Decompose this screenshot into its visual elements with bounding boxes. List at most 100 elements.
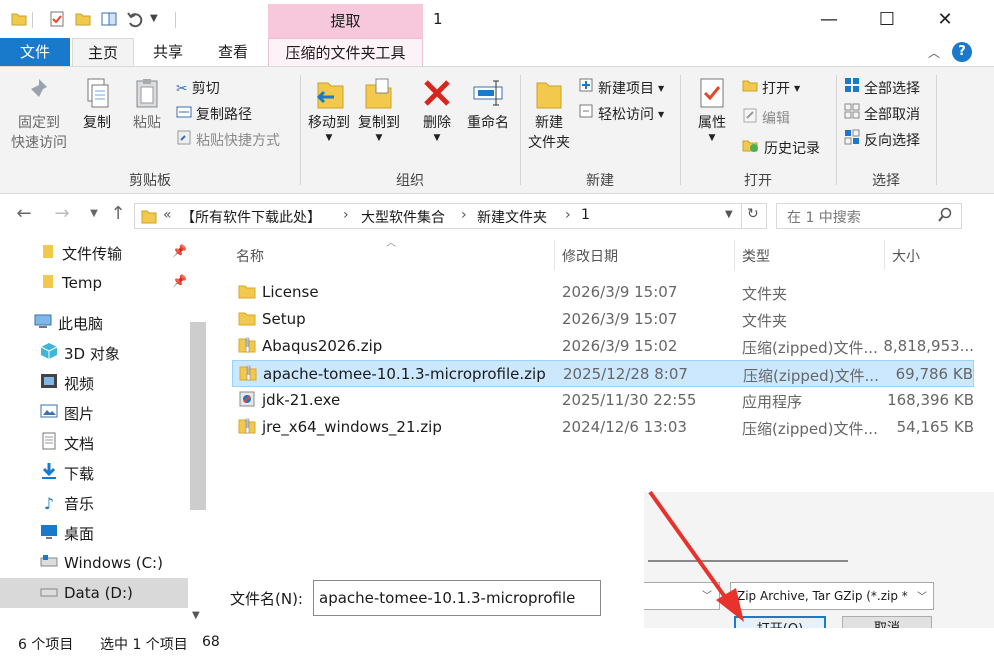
search-icon[interactable] (937, 207, 953, 227)
nav-item-this-pc[interactable]: 此电脑 (0, 308, 210, 338)
breadcrumb-item[interactable]: 新建文件夹 (477, 207, 547, 227)
copy-path-button[interactable]: 复制路径 (176, 103, 252, 127)
paste-button[interactable]: 粘贴 (126, 77, 168, 133)
cut-button[interactable]: ✂ 剪切 (176, 77, 220, 101)
easy-access-button[interactable]: 轻松访问 ▼ (578, 103, 664, 127)
move-to-button[interactable]: 移动到 ▼ (306, 77, 352, 143)
scroll-down-icon[interactable]: ▼ (192, 610, 200, 621)
column-header-date[interactable]: 修改日期 (562, 246, 618, 266)
nav-item-pictures[interactable]: 图片 (0, 398, 210, 428)
undo-icon[interactable] (126, 10, 144, 28)
file-row[interactable]: apache-tomee-10.1.3-microprofile.zip 2025… (232, 360, 974, 387)
column-header-size[interactable]: 大小 (892, 246, 920, 266)
copy-to-button[interactable]: 复制到 ▼ (356, 77, 402, 143)
new-item-button[interactable]: 新建项目 ▼ (578, 77, 664, 101)
collapse-ribbon-icon[interactable]: ︿ (928, 44, 940, 61)
help-icon[interactable]: ? (952, 42, 972, 62)
tab-compressed-folder-tools[interactable]: 压缩的文件夹工具 (268, 38, 423, 66)
drive-icon (40, 552, 58, 574)
back-icon[interactable]: ← (12, 202, 36, 226)
nav-item-data-d[interactable]: Data (D:) (0, 578, 188, 608)
pin-icon (8, 77, 70, 113)
file-row[interactable]: License 2026/3/9 15:07 文件夹 (232, 279, 974, 306)
ribbon: 固定到 快速访问 复制 粘贴 ✂ 剪切 复制路径 粘贴快捷方式 剪贴板 移动到 … (0, 66, 994, 194)
nav-item-downloads[interactable]: 下载 (0, 458, 210, 488)
nav-scrollbar-thumb[interactable] (190, 322, 206, 510)
close-button[interactable]: ✕ (916, 0, 974, 38)
tab-share[interactable]: 共享 (138, 38, 198, 66)
edit-label: 编辑 (762, 111, 790, 127)
search-box[interactable]: 在 1 中搜索 (776, 203, 962, 229)
dropdown-arrow-icon: ▼ (325, 133, 333, 143)
pin-icon[interactable]: 📌 (172, 274, 187, 288)
column-divider[interactable] (884, 240, 885, 270)
nav-item-file-transfer[interactable]: 文件传输 📌 (0, 238, 210, 268)
filename-input[interactable]: apache-tomee-10.1.3-microprofile (319, 589, 575, 607)
column-header-type[interactable]: 类型 (742, 246, 770, 266)
breadcrumb-item[interactable]: 1 (581, 207, 590, 223)
invert-selection-button[interactable]: 反向选择 (844, 129, 920, 153)
refresh-icon[interactable]: ↻ (747, 206, 759, 222)
address-bar[interactable]: « 【所有软件下载此处】 › 大型软件集合 › 新建文件夹 › 1 ▼ ↻ (134, 203, 767, 229)
paste-label: 粘贴 (133, 115, 161, 131)
paste-shortcut-button[interactable]: 粘贴快捷方式 (176, 129, 280, 153)
file-row[interactable]: jdk-21.exe 2025/11/30 22:55 应用程序 168,396 KB (232, 387, 974, 414)
properties-button[interactable]: 属性 ▼ (690, 77, 734, 143)
address-dropdown-icon[interactable]: ▼ (725, 209, 733, 220)
dropdown-arrow-icon: ▼ (658, 84, 665, 93)
nav-item-label: Windows (C:) (64, 554, 163, 572)
properties-label: 属性 (698, 115, 726, 131)
customize-toolbar-icon[interactable]: ▼ (150, 10, 168, 28)
rename-button[interactable]: 重命名 (462, 77, 514, 133)
nav-item-desktop[interactable]: 桌面 (0, 518, 210, 548)
breadcrumb-item[interactable]: 大型软件集合 (361, 207, 445, 227)
tab-home[interactable]: 主页 (72, 38, 134, 66)
recent-locations-icon[interactable]: ▼ (82, 202, 106, 226)
dropdown-arrow-icon: ▼ (658, 110, 665, 119)
forward-icon[interactable]: → (50, 202, 74, 226)
file-name: License (262, 283, 319, 301)
minimize-button[interactable]: — (800, 0, 858, 38)
edit-button[interactable]: 编辑 (742, 107, 790, 131)
extract-context-tab[interactable]: 提取 (268, 4, 423, 38)
open-button[interactable]: 打开 ▼ (742, 77, 800, 101)
nav-item-temp[interactable]: Temp 📌 (0, 268, 210, 298)
history-button[interactable]: 历史记录 (742, 137, 820, 161)
file-row[interactable]: Setup 2026/3/9 15:07 文件夹 (232, 306, 974, 333)
up-icon[interactable]: ↑ (106, 202, 130, 226)
nav-item-documents[interactable]: 文档 (0, 428, 210, 458)
column-header-name[interactable]: 名称 (236, 246, 264, 266)
tab-view[interactable]: 查看 (202, 38, 264, 66)
breadcrumb-separator-icon[interactable]: › (565, 207, 571, 223)
file-row[interactable]: Abaqus2026.zip 2026/3/9 15:02 压缩(zipped)文件… (232, 333, 974, 360)
select-all-button[interactable]: 全部选择 (844, 77, 920, 101)
select-none-button[interactable]: 全部取消 (844, 103, 920, 127)
properties-icon (690, 77, 734, 113)
breadcrumb-separator-icon[interactable]: › (461, 207, 467, 223)
nav-item-videos[interactable]: 视频 (0, 368, 210, 398)
pin-icon[interactable]: 📌 (172, 244, 187, 258)
tab-file[interactable]: 文件 (0, 38, 70, 66)
breadcrumb-overflow[interactable]: « (163, 207, 172, 223)
filename-field[interactable]: apache-tomee-10.1.3-microprofile (313, 580, 601, 616)
new-folder-icon[interactable] (74, 10, 92, 28)
pin-quick-access-button[interactable]: 固定到 快速访问 (8, 77, 70, 153)
delete-button[interactable]: 删除 ▼ (416, 77, 458, 143)
nav-item-music[interactable]: ♪ 音乐 (0, 488, 210, 518)
copy-button[interactable]: 复制 (76, 77, 118, 133)
nav-item-windows-c[interactable]: Windows (C:) (0, 548, 210, 578)
divider (32, 12, 33, 28)
group-divider (300, 75, 301, 185)
column-divider[interactable] (554, 240, 555, 270)
breadcrumb-separator-icon[interactable]: › (343, 207, 349, 223)
file-row[interactable]: jre_x64_windows_21.zip 2024/12/6 13:03 压缩(… (232, 414, 974, 441)
properties-icon[interactable] (48, 10, 66, 28)
rename-label: 重命名 (467, 115, 509, 131)
new-folder-button[interactable]: 新建 文件夹 (526, 77, 572, 153)
preview-pane-icon[interactable] (100, 10, 118, 28)
search-input[interactable]: 在 1 中搜索 (787, 207, 861, 227)
nav-item-3d-objects[interactable]: 3D 对象 (0, 338, 210, 368)
maximize-button[interactable]: ☐ (858, 0, 916, 38)
breadcrumb-item[interactable]: 【所有软件下载此处】 (181, 207, 321, 227)
column-divider[interactable] (734, 240, 735, 270)
